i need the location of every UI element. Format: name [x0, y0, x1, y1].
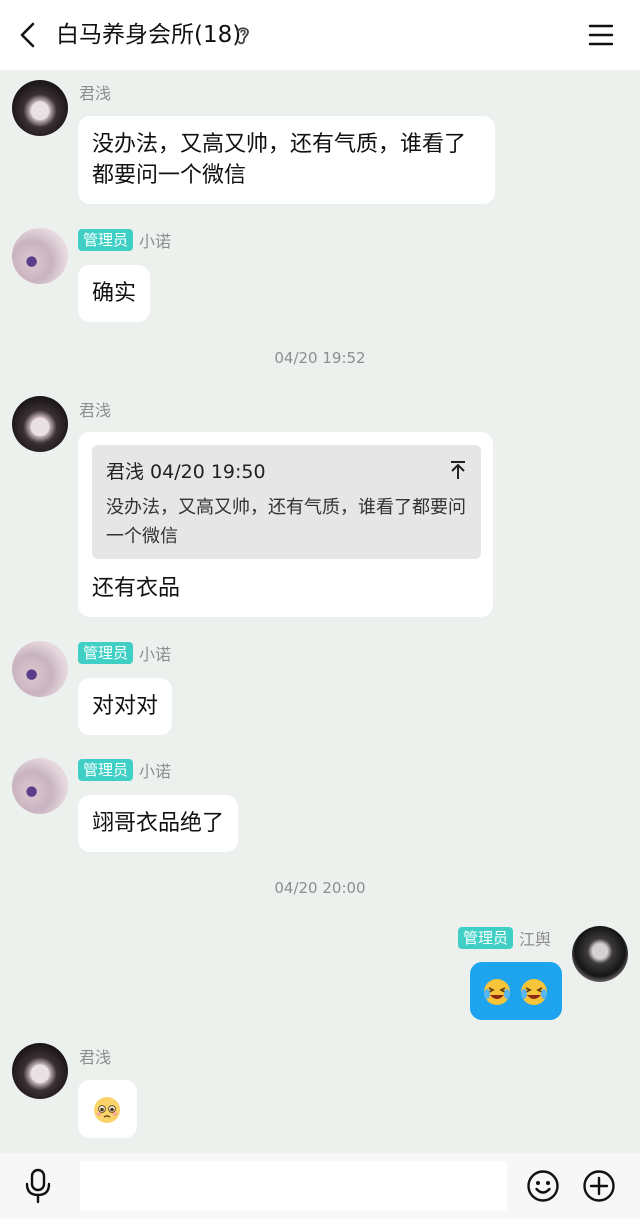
sender-name: 管理员 江舆: [458, 927, 551, 949]
sender-name: 管理员 小诺: [78, 759, 171, 781]
chat-message-list[interactable]: 君浅 没办法，又高又帅，还有气质，谁看了都要问一个微信 管理员 小诺 确实 04…: [0, 70, 640, 1153]
message-text: 翊哥衣品绝了: [92, 811, 225, 836]
timestamp: 04/20 20:00: [274, 879, 366, 897]
sender-name: 管理员 小诺: [78, 642, 171, 664]
microphone-icon[interactable]: [22, 1168, 54, 1204]
message-bubble[interactable]: 对对对: [78, 678, 173, 735]
chat-title[interactable]: 白马养身会所(18): [56, 20, 241, 50]
plus-circle-icon[interactable]: [582, 1169, 616, 1203]
message-bubble[interactable]: 没办法，又高又帅，还有气质，谁看了都要问一个微信: [78, 116, 495, 204]
laughing-crying-emoji: [484, 979, 510, 1005]
hamburger-menu-icon[interactable]: [586, 20, 616, 50]
message-bubble[interactable]: [470, 962, 562, 1020]
emoji-smile-icon[interactable]: [526, 1169, 560, 1203]
laughing-crying-emoji: [521, 979, 547, 1005]
avatar[interactable]: [572, 926, 628, 982]
sender-name: 君浅: [79, 1048, 112, 1067]
quoted-message[interactable]: 君浅 04/20 19:50 没办法，又高又帅，还有气质，谁看了都要问一个微信: [92, 445, 481, 559]
quote-header: 君浅 04/20 19:50: [106, 461, 266, 483]
avatar[interactable]: [12, 396, 68, 452]
sender-name: 君浅: [79, 401, 112, 420]
sender-name: 管理员 小诺: [78, 229, 171, 251]
ear-icon[interactable]: [234, 24, 252, 48]
avatar[interactable]: [12, 228, 68, 284]
chevron-left-icon[interactable]: [14, 20, 44, 50]
admin-badge: 管理员: [78, 229, 134, 251]
avatar[interactable]: [12, 641, 68, 697]
message-text: 没办法，又高又帅，还有气质，谁看了都要问一个微信: [92, 132, 467, 188]
admin-badge: 管理员: [78, 642, 134, 664]
message-text: 对对对: [92, 694, 159, 719]
message-bubble[interactable]: 翊哥衣品绝了: [78, 795, 239, 852]
avatar[interactable]: [12, 758, 68, 814]
chat-header: 白马养身会所(18): [0, 0, 640, 70]
message-bubble[interactable]: [78, 1080, 137, 1138]
message-input-bar: [0, 1153, 640, 1219]
avatar[interactable]: [12, 1043, 68, 1099]
message-input[interactable]: [80, 1161, 507, 1211]
sender-name: 君浅: [79, 84, 112, 103]
message-text: 还有衣品: [92, 576, 181, 601]
avatar[interactable]: [12, 80, 68, 136]
message-text: 确实: [92, 281, 137, 306]
jump-to-original-icon[interactable]: [448, 459, 468, 481]
message-bubble[interactable]: 确实: [78, 265, 151, 322]
timestamp: 04/20 19:52: [274, 349, 366, 367]
quote-text: 没办法，又高又帅，还有气质，谁看了都要问一个微信: [106, 497, 466, 547]
admin-badge: 管理员: [458, 927, 514, 949]
pleading-face-emoji: [94, 1097, 120, 1123]
admin-badge: 管理员: [78, 759, 134, 781]
